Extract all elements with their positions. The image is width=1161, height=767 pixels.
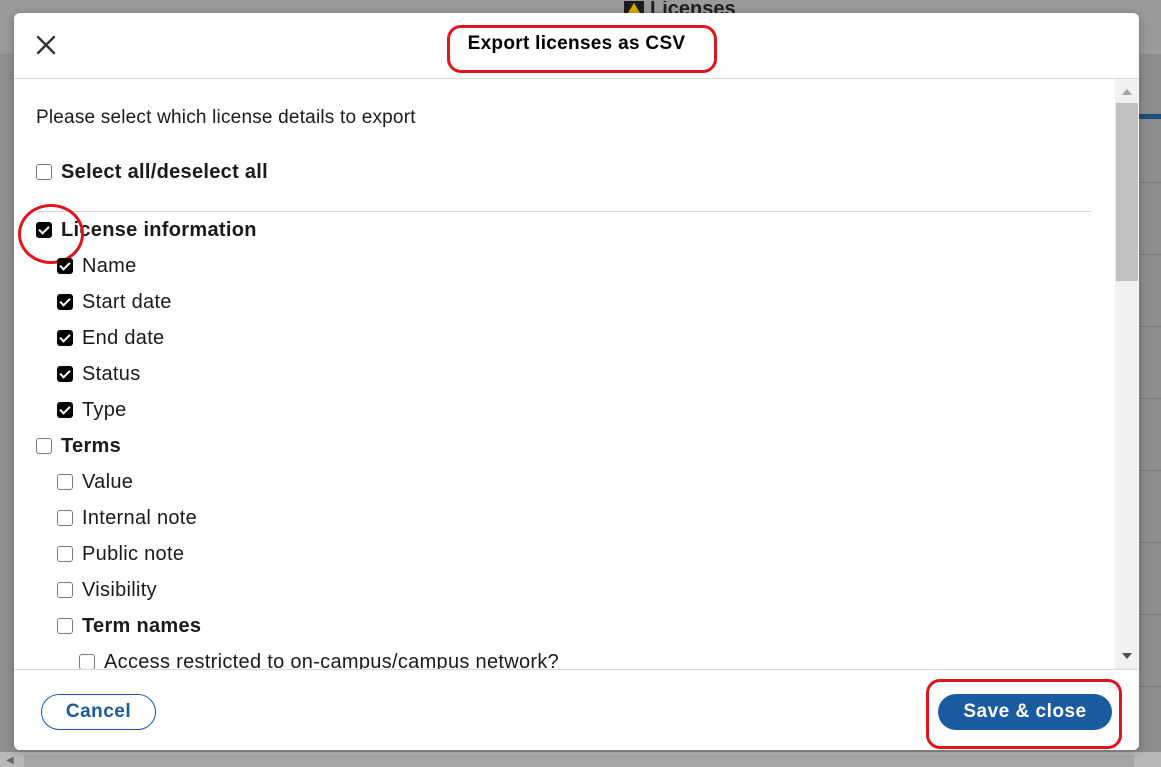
field-public-note-checkbox[interactable] (57, 546, 73, 562)
select-all-checkbox-row[interactable]: Select all/deselect all (36, 160, 268, 184)
select-all-checkbox[interactable] (36, 164, 52, 180)
scroll-down-button[interactable] (1115, 645, 1139, 667)
field-value-row[interactable]: Value (57, 470, 133, 494)
select-all-label: Select all/deselect all (61, 160, 269, 183)
field-type-row[interactable]: Type (57, 398, 127, 422)
terms-label: Terms (61, 434, 122, 457)
field-visibility-label: Visibility (82, 578, 157, 601)
scroll-up-icon (1122, 89, 1132, 95)
term-names-checkbox-row[interactable]: Term names (57, 614, 201, 638)
field-end-date-checkbox[interactable] (57, 330, 73, 346)
scroll-up-button[interactable] (1115, 81, 1139, 103)
scroll-left-icon: ◀ (6, 755, 14, 766)
field-end-date-row[interactable]: End date (57, 326, 164, 350)
field-type-label: Type (82, 398, 127, 421)
modal-title: Export licenses as CSV (467, 33, 686, 54)
field-name-checkbox[interactable] (57, 258, 73, 274)
field-status-checkbox[interactable] (57, 366, 73, 382)
term-names-checkbox[interactable] (57, 618, 73, 634)
field-type-checkbox[interactable] (57, 402, 73, 418)
save-and-close-button[interactable]: Save & close (938, 694, 1112, 730)
vertical-scrollbar[interactable] (1115, 79, 1139, 669)
license-information-checkbox-row[interactable]: License information (36, 218, 257, 242)
field-internal-note-label: Internal note (82, 506, 198, 529)
field-name-label: Name (82, 254, 137, 277)
modal-footer: Cancel Save & close (14, 669, 1139, 750)
field-value-label: Value (82, 470, 134, 493)
term-access-restricted-row[interactable]: Access restricted to on-campus/campus ne… (79, 650, 559, 669)
field-internal-note-row[interactable]: Internal note (57, 506, 197, 530)
terms-checkbox[interactable] (36, 438, 52, 454)
license-information-checkbox[interactable] (36, 222, 52, 238)
field-start-date-checkbox[interactable] (57, 294, 73, 310)
scroll-down-icon (1122, 653, 1132, 659)
field-internal-note-checkbox[interactable] (57, 510, 73, 526)
scroll-thumb[interactable] (1116, 103, 1138, 281)
export-csv-modal: Export licenses as CSV Please select whi… (14, 13, 1139, 750)
field-visibility-checkbox[interactable] (57, 582, 73, 598)
intro-text: Please select which license details to e… (36, 107, 416, 128)
field-end-date-label: End date (82, 326, 165, 349)
background-horizontal-scrollbar: ◀ (0, 752, 1161, 767)
field-name-row[interactable]: Name (57, 254, 137, 278)
field-value-checkbox[interactable] (57, 474, 73, 490)
field-start-date-row[interactable]: Start date (57, 290, 172, 314)
background-app-content (1139, 54, 1161, 754)
field-status-label: Status (82, 362, 141, 385)
terms-checkbox-row[interactable]: Terms (36, 434, 121, 458)
cancel-button[interactable]: Cancel (41, 694, 156, 730)
field-public-note-row[interactable]: Public note (57, 542, 184, 566)
modal-body: Please select which license details to e… (14, 79, 1115, 669)
modal-header: Export licenses as CSV (14, 13, 1139, 79)
field-status-row[interactable]: Status (57, 362, 141, 386)
license-information-label: License information (61, 218, 257, 241)
divider (36, 211, 1091, 212)
field-visibility-row[interactable]: Visibility (57, 578, 157, 602)
field-start-date-label: Start date (82, 290, 172, 313)
field-public-note-label: Public note (82, 542, 185, 565)
term-access-restricted-label: Access restricted to on-campus/campus ne… (104, 650, 560, 670)
term-access-restricted-checkbox[interactable] (79, 654, 95, 669)
term-names-label: Term names (82, 614, 202, 637)
